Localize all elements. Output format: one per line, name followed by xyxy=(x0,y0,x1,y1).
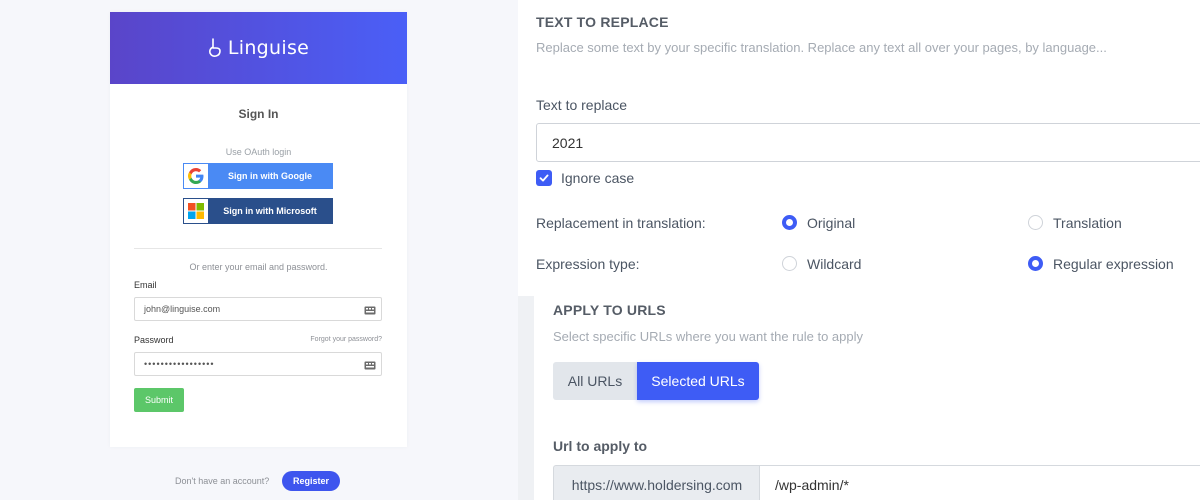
expression-type-label: Expression type: xyxy=(536,256,640,272)
signin-title: Sign In xyxy=(238,107,279,121)
selected-urls-tab[interactable]: Selected URLs xyxy=(637,362,759,400)
url-path-value: /wp-admin/* xyxy=(775,477,849,493)
password-value: ••••••••••••••••• xyxy=(144,359,215,369)
divider xyxy=(134,248,382,249)
radio-translation[interactable] xyxy=(1028,215,1043,230)
oauth-caption: Use OAuth login xyxy=(225,147,292,157)
forgot-password-link[interactable]: Forgot your password? xyxy=(310,336,382,343)
url-domain-prefix: https://www.holdersing.com xyxy=(553,465,760,500)
password-label: Password xyxy=(134,335,174,345)
ignore-case-label: Ignore case xyxy=(561,170,635,186)
checkmark-icon xyxy=(539,174,549,182)
replace-section-title: TEXT TO REPLACE xyxy=(536,14,669,30)
password-field[interactable]: ••••••••••••••••• xyxy=(134,352,382,376)
linguise-logo-icon xyxy=(208,38,221,57)
radio-regular-expression[interactable] xyxy=(1028,256,1043,271)
replace-section-description: Replace some text by your specific trans… xyxy=(536,40,1107,55)
text-to-replace-label: Text to replace xyxy=(536,97,628,113)
radio-original[interactable] xyxy=(782,215,797,230)
url-apply-label: Url to apply to xyxy=(553,438,648,454)
radio-wildcard-label: Wildcard xyxy=(807,256,862,272)
no-account-text: Don't have an account? xyxy=(175,476,270,486)
login-card: Linguise Sign In Use OAuth login Sign in… xyxy=(110,12,407,447)
submit-button[interactable]: Submit xyxy=(134,388,184,412)
login-header: Linguise xyxy=(110,12,407,84)
email-value: john@linguise.com xyxy=(144,304,221,314)
password-manager-icon[interactable] xyxy=(364,359,376,371)
email-label: Email xyxy=(134,280,157,290)
or-text: Or enter your email and password. xyxy=(189,262,328,272)
radio-translation-label: Translation xyxy=(1053,215,1122,231)
microsoft-icon xyxy=(184,199,208,223)
ignore-case-checkbox[interactable] xyxy=(536,170,552,186)
google-icon xyxy=(184,164,208,188)
text-to-replace-input[interactable]: 2021 xyxy=(536,123,1200,162)
microsoft-signin-button[interactable]: Sign in with Microsoft xyxy=(183,198,333,224)
url-path-input[interactable]: /wp-admin/* xyxy=(759,465,1200,500)
brand-logo: Linguise xyxy=(208,37,309,59)
google-signin-button[interactable]: Sign in with Google xyxy=(183,163,333,189)
urls-section-description: Select specific URLs where you want the … xyxy=(553,329,863,344)
urls-section-title: APPLY TO URLS xyxy=(553,302,666,318)
radio-regular-expression-label: Regular expression xyxy=(1053,256,1174,272)
password-manager-icon[interactable] xyxy=(364,304,376,316)
all-urls-tab[interactable]: All URLs xyxy=(553,362,637,400)
microsoft-button-label: Sign in with Microsoft xyxy=(223,206,317,216)
radio-wildcard[interactable] xyxy=(782,256,797,271)
text-to-replace-value: 2021 xyxy=(552,134,584,151)
replacement-label: Replacement in translation: xyxy=(536,215,706,231)
brand-name: Linguise xyxy=(227,37,310,59)
google-button-label: Sign in with Google xyxy=(228,171,312,181)
email-field[interactable]: john@linguise.com xyxy=(134,297,382,321)
radio-original-label: Original xyxy=(807,215,856,231)
register-button[interactable]: Register xyxy=(282,471,340,491)
